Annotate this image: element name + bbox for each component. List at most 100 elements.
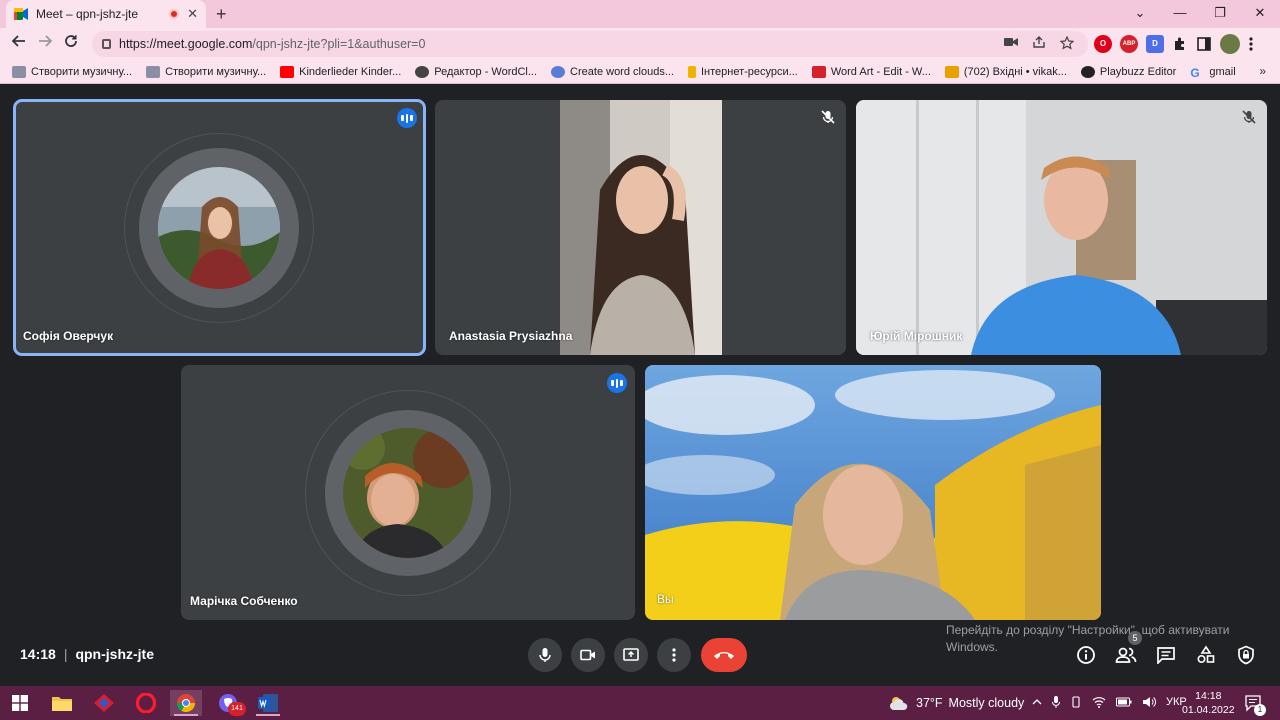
url-host: https://meet.google.com [119,37,253,51]
participants-count-badge: 5 [1128,631,1142,645]
bookmark-item[interactable]: Створити музичну... [12,65,132,78]
app-button[interactable] [88,690,120,716]
cloud-icon [415,65,430,78]
participant-tile[interactable]: Марічка Собченко [181,365,635,620]
windows-logo-icon [12,695,28,711]
profile-avatar[interactable] [1220,34,1240,54]
participant-tile[interactable]: Юрій Мірошник [856,100,1267,355]
tab-title: Meet – qpn-jshz-jte [36,7,139,21]
mail-icon [944,65,959,78]
weather-widget[interactable]: 37°F Mostly cloudy [888,695,1024,711]
wordart-icon [811,65,826,78]
more-options-button[interactable] [657,638,691,672]
volume-icon[interactable] [1142,696,1156,708]
weather-temperature: 37°F [916,696,943,710]
activities-button[interactable] [1194,643,1218,667]
bookmark-item[interactable]: Playbuzz Editor [1080,65,1176,78]
microphone-icon [539,648,551,662]
meeting-code[interactable]: qpn-jshz-jte [75,646,154,662]
forward-button[interactable] [34,33,56,55]
file-explorer-button[interactable] [46,690,78,716]
word-taskbar-button[interactable] [252,690,284,716]
info-icon [1077,646,1095,664]
people-button[interactable]: 5 [1114,631,1142,667]
system-clock[interactable]: 14:18 01.04.2022 [1182,689,1235,717]
back-button[interactable] [8,33,30,55]
camera-button[interactable] [571,638,605,672]
bookmark-item[interactable]: Kinderlieder Kinder... [280,65,401,78]
bookmark-item[interactable]: Create word clouds... [551,65,674,78]
people-icon [1115,647,1137,663]
bookmark-favicon-icon [12,65,26,78]
cloudy-weather-icon [890,697,908,710]
start-button[interactable] [4,690,36,716]
chat-icon [1157,647,1175,664]
opera-browser-icon [136,693,156,713]
google-meet-icon [14,8,28,20]
bookmark-item[interactable]: (702) Вхідні • vikak... [944,65,1067,78]
restore-button[interactable]: ❐ [1200,0,1240,28]
participant-name: Вы [657,592,674,606]
minimize-button[interactable]: — [1160,0,1200,28]
participant-tile[interactable]: Софія Оверчук [13,99,426,356]
shapes-icon [1197,645,1215,664]
address-bar[interactable]: https://meet.google.com/qpn-jshz-jte?pli… [92,31,1088,57]
bookmark-favicon-icon [687,65,696,78]
meeting-details-button[interactable] [1074,643,1098,667]
meet-control-bar: 14:18 | qpn-jshz-jte Перейдіть до розділу … [0,623,1280,686]
participant-name: Софія Оверчук [23,329,114,343]
share-icon[interactable] [1032,36,1046,48]
bookmarks-overflow-button[interactable]: » [1259,64,1266,78]
participant-name: Юрій Мірошник [870,329,963,343]
folder-icon [52,697,72,711]
reload-button[interactable] [60,33,82,55]
chrome-taskbar-button[interactable] [170,690,202,716]
participant-tile[interactable]: Anastasia Prysiazhna [435,100,846,355]
leave-call-button[interactable] [701,638,747,672]
url-path: /qpn-jshz-jte?pli=1&authuser=0 [252,37,426,51]
bookmark-item[interactable]: Створити музичну... [146,65,266,78]
windows-taskbar: 141 37°F Mostly cloudy УКР 14:18 01.04.2… [0,686,1280,720]
recording-indicator-icon [169,9,180,19]
video-feed [560,100,722,355]
tab-close-button[interactable]: ✕ [187,6,198,22]
notification-count-badge: 1 [1254,704,1266,716]
chrome-menu-icon[interactable] [1248,36,1254,52]
bookmark-item[interactable]: Інтернет-ресурси... [687,65,798,78]
speaking-indicator-icon [397,108,417,128]
system-tray: УКР [1032,696,1187,708]
browser-tab-meet[interactable]: Meet – qpn-jshz-jte ✕ [6,0,206,28]
wordclouds-icon [551,65,566,78]
bookmark-item[interactable]: Ggmail [1190,66,1235,80]
host-controls-button[interactable] [1234,643,1258,667]
tab-search-button[interactable]: ⌄ [1120,0,1160,28]
present-now-button[interactable] [614,638,648,672]
viber-unread-badge: 141 [228,702,246,716]
bookmark-item[interactable]: Word Art - Edit - W... [811,65,931,78]
wifi-icon[interactable] [1092,696,1106,708]
device-tray-icon[interactable] [1070,696,1082,708]
show-hidden-icons-chevron-icon[interactable] [1032,698,1042,706]
adblock-icon[interactable]: ABP [1120,35,1138,53]
youtube-icon [280,65,295,78]
notification-center-button[interactable]: 1 [1244,694,1266,716]
side-panel-icon[interactable] [1196,36,1212,52]
self-tile[interactable]: Вы [645,365,1101,620]
chat-button[interactable] [1154,643,1178,667]
battery-icon[interactable] [1116,697,1132,707]
weather-description: Mostly cloudy [948,696,1025,710]
shield-lock-icon [1238,645,1254,665]
close-window-button[interactable]: ✕ [1240,0,1280,28]
extensions-puzzle-icon[interactable] [1172,36,1188,52]
microphone-button[interactable] [528,638,562,672]
viber-taskbar-button[interactable]: 141 [212,690,246,716]
bookmark-item[interactable]: Редактор - WordCl... [415,65,537,78]
camera-permission-icon[interactable] [1004,36,1018,48]
microphone-tray-icon[interactable] [1052,696,1060,708]
opera-taskbar-button[interactable] [130,690,162,716]
opera-icon[interactable]: O [1094,35,1112,53]
present-screen-icon [623,648,639,661]
d-extension-icon[interactable]: D [1146,35,1164,53]
new-tab-button[interactable]: + [216,4,227,25]
bookmark-star-icon[interactable] [1060,36,1074,50]
